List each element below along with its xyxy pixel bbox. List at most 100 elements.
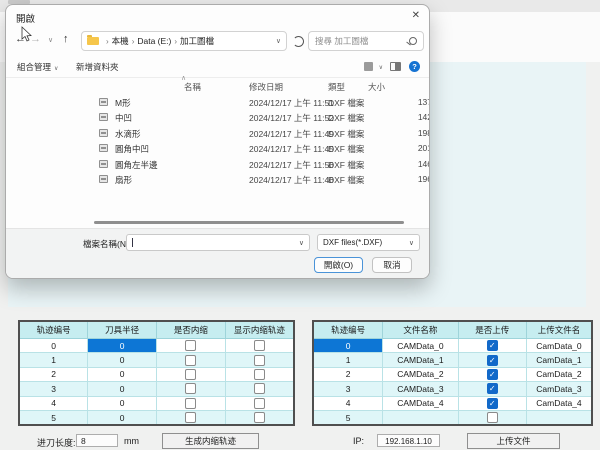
table-cell[interactable]: CAMData_1 — [383, 353, 458, 367]
table-cell[interactable]: CAMData_0 — [383, 339, 458, 353]
table-checkbox-cell[interactable]: ✓ — [458, 367, 526, 381]
table-cell[interactable]: CamData_1 — [526, 353, 592, 367]
table-checkbox-cell[interactable] — [225, 353, 294, 367]
checkbox-checked-icon[interactable]: ✓ — [487, 369, 498, 380]
breadcrumb-root[interactable]: 本機 — [112, 35, 129, 47]
checkbox-checked-icon[interactable]: ✓ — [487, 398, 498, 409]
table-checkbox-cell[interactable] — [157, 410, 226, 425]
table-checkbox-cell[interactable] — [225, 367, 294, 381]
view-grid-icon[interactable] — [364, 62, 373, 71]
file-row[interactable]: 圓角中凹2024/12/17 上午 11:45DXF 檔案201 — [6, 141, 429, 156]
table-cell[interactable]: 0 — [88, 353, 157, 367]
checkbox-checked-icon[interactable]: ✓ — [487, 340, 498, 351]
checkbox-unchecked-icon[interactable] — [185, 383, 196, 394]
checkbox-unchecked-icon[interactable] — [185, 340, 196, 351]
filename-input[interactable]: ∨ — [126, 234, 310, 251]
table-cell[interactable]: 0 — [88, 382, 157, 396]
cancel-button[interactable]: 取消 — [372, 257, 412, 273]
table-cell[interactable]: 1 — [313, 353, 383, 367]
table-checkbox-cell[interactable] — [157, 382, 226, 396]
checkbox-unchecked-icon[interactable] — [254, 398, 265, 409]
table-checkbox-cell[interactable] — [225, 339, 294, 353]
table-cell[interactable]: 1 — [19, 353, 88, 367]
filetype-select[interactable]: DXF files(*.DXF) ∨ — [317, 234, 420, 251]
table-cell[interactable]: CAMData_4 — [383, 396, 458, 410]
horizontal-scrollbar[interactable] — [94, 221, 404, 224]
column-header-size[interactable]: 大小 — [368, 81, 385, 93]
table-checkbox-cell[interactable] — [157, 339, 226, 353]
file-row[interactable]: 中凹2024/12/17 上午 11:52DXF 檔案142 — [6, 110, 429, 125]
feed-length-input[interactable]: 8 — [76, 434, 118, 447]
table-checkbox-cell[interactable]: ✓ — [458, 353, 526, 367]
column-header-type[interactable]: 類型 — [328, 81, 345, 93]
table-checkbox-cell[interactable] — [458, 410, 526, 425]
table-cell[interactable]: 0 — [88, 339, 157, 353]
table-checkbox-cell[interactable] — [157, 367, 226, 381]
file-row[interactable]: 水滴形2024/12/17 上午 11:49DXF 檔案198 — [6, 126, 429, 141]
table-cell[interactable]: 2 — [313, 367, 383, 381]
generate-track-button[interactable]: 生成内缩轨迹 — [162, 433, 259, 449]
table-cell[interactable]: 2 — [19, 367, 88, 381]
breadcrumb-folder[interactable]: 加工圖檔 — [180, 35, 214, 47]
checkbox-unchecked-icon[interactable] — [254, 355, 265, 366]
help-icon[interactable]: ? — [409, 61, 420, 72]
table-checkbox-cell[interactable]: ✓ — [458, 339, 526, 353]
checkbox-unchecked-icon[interactable] — [254, 383, 265, 394]
table-cell[interactable]: 0 — [88, 367, 157, 381]
file-row[interactable]: 扇形2024/12/17 上午 11:46DXF 檔案196 — [6, 172, 429, 187]
history-chevron-icon[interactable]: ∨ — [48, 36, 53, 44]
organize-button[interactable]: 組合管理∨ — [17, 61, 58, 73]
table-cell[interactable]: CAMData_3 — [383, 382, 458, 396]
file-row[interactable]: 圓角左半邊2024/12/17 上午 11:56DXF 檔案146 — [6, 157, 429, 172]
checkbox-unchecked-icon[interactable] — [254, 340, 265, 351]
table-cell[interactable]: 0 — [19, 339, 88, 353]
table-cell[interactable]: 4 — [313, 396, 383, 410]
table-cell[interactable]: 5 — [19, 410, 88, 425]
table-checkbox-cell[interactable] — [225, 382, 294, 396]
table-cell[interactable]: 3 — [313, 382, 383, 396]
breadcrumb-drive[interactable]: Data (E:) — [137, 36, 171, 46]
table-cell[interactable]: 4 — [19, 396, 88, 410]
table-checkbox-cell[interactable] — [157, 396, 226, 410]
upload-files-button[interactable]: 上传文件 — [467, 433, 560, 449]
file-row[interactable]: M形2024/12/17 上午 11:51DXF 檔案137 — [6, 95, 429, 110]
table-cell[interactable]: CAMData_2 — [383, 367, 458, 381]
table-cell[interactable]: 0 — [88, 396, 157, 410]
close-icon[interactable]: ✕ — [412, 10, 420, 21]
open-button[interactable]: 開啟(O) — [314, 257, 363, 273]
up-icon[interactable]: ↑ — [63, 33, 69, 45]
filename-dropdown-icon[interactable]: ∨ — [299, 239, 304, 247]
checkbox-unchecked-icon[interactable] — [185, 355, 196, 366]
table-cell[interactable]: 3 — [19, 382, 88, 396]
table-cell[interactable]: CamData_4 — [526, 396, 592, 410]
preview-pane-icon[interactable] — [390, 62, 401, 71]
table-checkbox-cell[interactable] — [225, 396, 294, 410]
table-checkbox-cell[interactable]: ✓ — [458, 382, 526, 396]
search-input[interactable]: 搜尋 加工圖檔 — [308, 31, 424, 51]
table-checkbox-cell[interactable] — [157, 353, 226, 367]
table-cell[interactable]: 0 — [313, 339, 383, 353]
checkbox-unchecked-icon[interactable] — [185, 412, 196, 423]
table-cell[interactable]: 5 — [313, 410, 383, 425]
table-cell[interactable]: CamData_2 — [526, 367, 592, 381]
column-header-name[interactable]: 名稱 — [184, 81, 201, 93]
checkbox-unchecked-icon[interactable] — [254, 369, 265, 380]
new-folder-button[interactable]: 新增資料夾 — [76, 61, 119, 73]
address-bar[interactable]: › 本機 › Data (E:) › 加工圖檔 ∨ — [81, 31, 287, 51]
address-dropdown-icon[interactable]: ∨ — [276, 37, 281, 45]
ip-input[interactable]: 192.168.1.10 — [377, 434, 440, 447]
table-cell[interactable] — [526, 410, 592, 425]
checkbox-unchecked-icon[interactable] — [185, 369, 196, 380]
checkbox-unchecked-icon[interactable] — [185, 398, 196, 409]
checkbox-unchecked-icon[interactable] — [254, 412, 265, 423]
refresh-icon[interactable] — [293, 36, 304, 47]
table-cell[interactable]: CamData_3 — [526, 382, 592, 396]
checkbox-checked-icon[interactable]: ✓ — [487, 355, 498, 366]
table-cell[interactable]: 0 — [88, 410, 157, 425]
table-checkbox-cell[interactable] — [225, 410, 294, 425]
checkbox-checked-icon[interactable]: ✓ — [487, 383, 498, 394]
table-cell[interactable]: CamData_0 — [526, 339, 592, 353]
column-header-modified[interactable]: 修改日期 — [249, 81, 283, 93]
checkbox-unchecked-icon[interactable] — [487, 412, 498, 423]
view-chevron-icon[interactable]: ∨ — [379, 64, 383, 71]
